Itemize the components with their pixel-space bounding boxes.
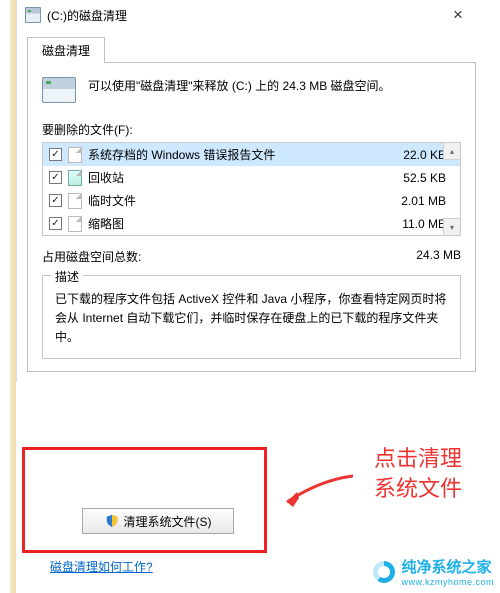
total-value: 24.3 MB — [416, 248, 461, 265]
drive-large-icon — [42, 77, 76, 103]
description-text: 已下载的程序文件包括 ActiveX 控件和 Java 小程序，你查看特定网页时… — [55, 290, 448, 348]
list-item[interactable]: 临时文件2.01 MB — [43, 189, 460, 212]
file-size: 11.0 MB — [374, 217, 454, 231]
list-item[interactable]: 回收站52.5 KB — [43, 166, 460, 189]
tab-panel: 可以使用"磁盘清理"来释放 (C:) 上的 24.3 MB 磁盘空间。 要删除的… — [27, 62, 476, 372]
total-label: 占用磁盘空间总数: — [42, 248, 141, 265]
annotation-highlight-box — [22, 447, 267, 553]
scroll-up-button[interactable]: ▴ — [443, 143, 460, 160]
file-size: 22.0 KB — [374, 148, 454, 162]
file-icon — [68, 193, 82, 209]
checkbox[interactable] — [49, 148, 62, 161]
watermark-url: www.kzmyhome.com — [401, 577, 494, 587]
watermark-title: 纯净系统之家 — [401, 559, 491, 576]
files-to-delete-label: 要删除的文件(F): — [42, 121, 461, 138]
annotation-text: 点击清理 系统文件 — [374, 444, 462, 503]
list-item[interactable]: 缩略图11.0 MB — [43, 212, 460, 235]
description-groupbox: 描述 已下载的程序文件包括 ActiveX 控件和 Java 小程序，你查看特定… — [42, 275, 461, 359]
close-button[interactable]: × — [438, 1, 478, 29]
tabstrip: 磁盘清理 — [17, 30, 486, 62]
checkbox[interactable] — [49, 217, 62, 230]
window-title: (C:)的磁盘清理 — [47, 7, 127, 24]
checkbox[interactable] — [49, 171, 62, 184]
file-name: 缩略图 — [88, 215, 374, 232]
file-icon — [68, 216, 82, 232]
recycle-bin-icon — [68, 170, 82, 186]
file-name: 回收站 — [88, 169, 374, 186]
watermark: 纯净系统之家 www.kzmyhome.com — [373, 556, 494, 587]
file-size: 2.01 MB — [374, 194, 454, 208]
annotation-arrow-icon — [275, 472, 355, 512]
watermark-logo-icon — [373, 561, 395, 583]
clean-system-files-button[interactable]: 清理系统文件(S) — [82, 508, 234, 534]
titlebar: (C:)的磁盘清理 × — [17, 0, 486, 30]
files-listbox[interactable]: ▴ ▾ 系统存档的 Windows 错误报告文件22.0 KB回收站52.5 K… — [42, 142, 461, 236]
file-name: 临时文件 — [88, 192, 374, 209]
checkbox[interactable] — [49, 194, 62, 207]
total-row: 占用磁盘空间总数: 24.3 MB — [42, 248, 461, 265]
summary-row: 可以使用"磁盘清理"来释放 (C:) 上的 24.3 MB 磁盘空间。 — [42, 77, 461, 103]
how-does-disk-cleanup-work-link[interactable]: 磁盘清理如何工作? — [50, 558, 153, 575]
file-icon — [68, 147, 82, 163]
shield-icon — [105, 514, 119, 528]
file-size: 52.5 KB — [374, 171, 454, 185]
file-name: 系统存档的 Windows 错误报告文件 — [88, 146, 374, 163]
list-item[interactable]: 系统存档的 Windows 错误报告文件22.0 KB — [43, 143, 460, 166]
summary-text: 可以使用"磁盘清理"来释放 (C:) 上的 24.3 MB 磁盘空间。 — [88, 77, 391, 95]
description-legend: 描述 — [51, 268, 83, 285]
drive-icon — [25, 7, 41, 23]
scroll-down-button[interactable]: ▾ — [443, 218, 460, 235]
clean-system-files-label: 清理系统文件(S) — [124, 513, 212, 530]
disk-cleanup-dialog: (C:)的磁盘清理 × 磁盘清理 可以使用"磁盘清理"来释放 (C:) 上的 2… — [16, 0, 486, 382]
tab-disk-cleanup[interactable]: 磁盘清理 — [27, 37, 105, 63]
